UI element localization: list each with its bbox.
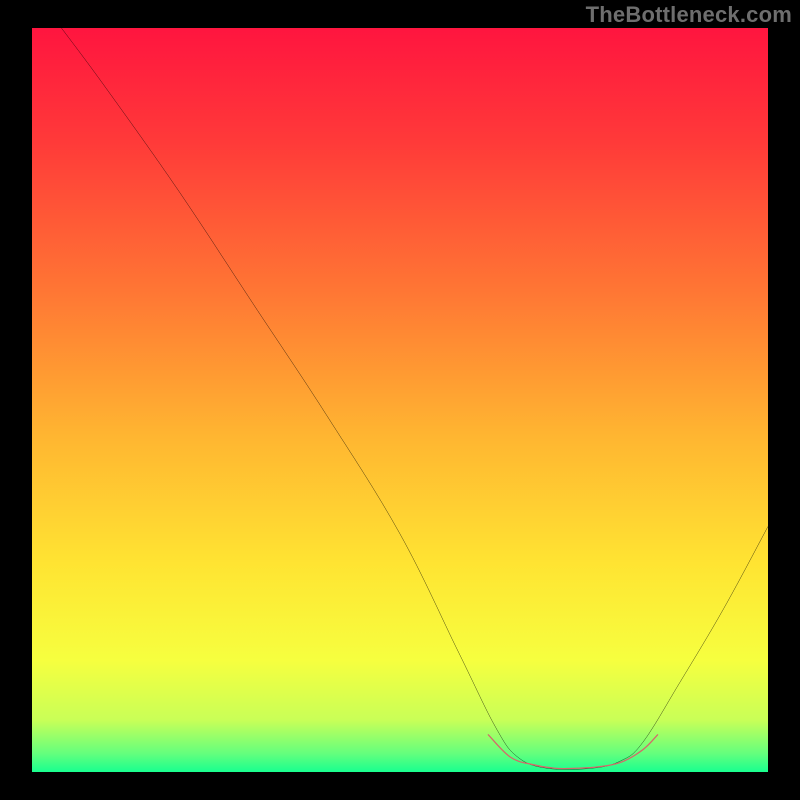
optimal-band-marker <box>488 735 657 769</box>
bottleneck-curve <box>61 28 768 770</box>
plot-area <box>32 28 768 772</box>
curve-layer <box>32 28 768 772</box>
watermark-text: TheBottleneck.com <box>586 2 792 28</box>
chart-frame: TheBottleneck.com <box>0 0 800 800</box>
